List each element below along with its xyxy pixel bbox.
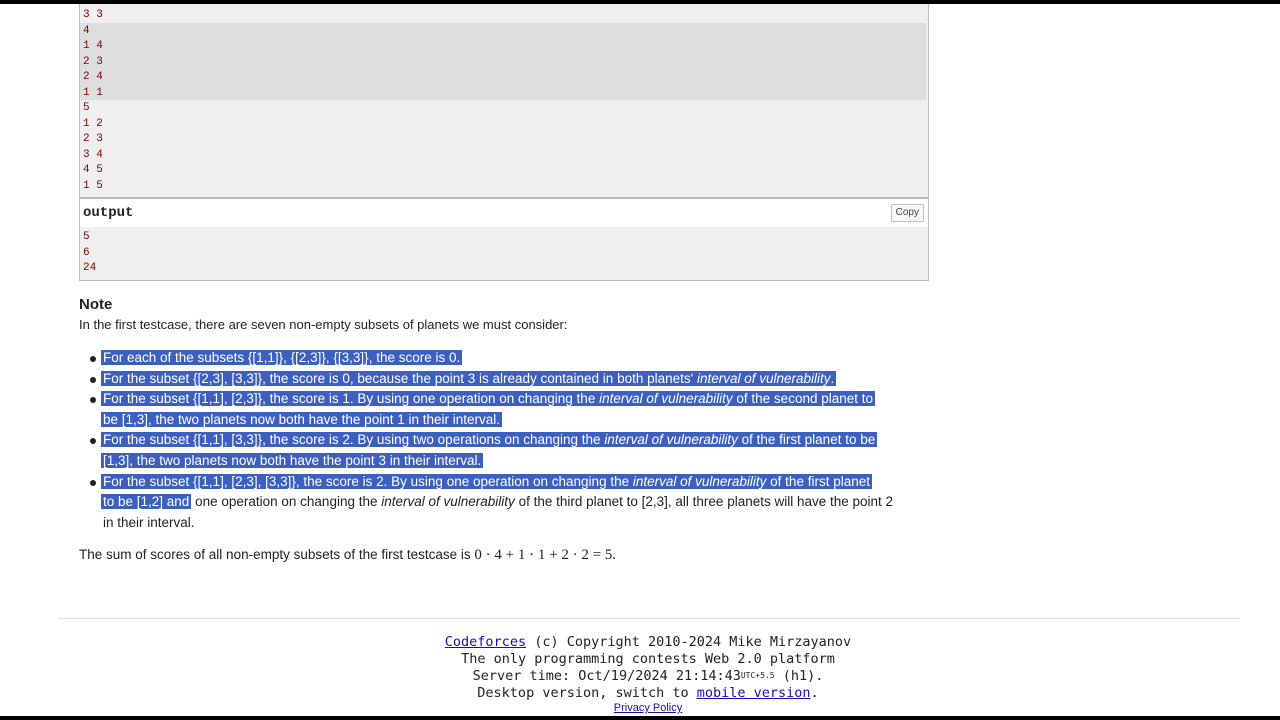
footer-copyright: Codeforces (c) Copyright 2010-2024 Mike … [444,634,852,650]
input-line: 2 3 [83,133,103,145]
note-bullet-5-end: in their interval. [103,515,195,530]
selected-text: For the subset {[1,1], [2,3]}, the score… [101,391,876,406]
unselected-text: one operation on changing the interval o… [191,494,894,509]
bullet-dot [90,480,96,486]
selected-text: For the subset {[1,1], [2,3], [3,3]}, th… [101,474,872,489]
output-title: output [83,205,134,221]
footer-version: Desktop version, switch to mobile versio… [477,685,819,701]
note-bullet-4: For the subset {[1,1], [3,3]}, the score… [101,430,878,450]
output-line: 5 [83,231,90,243]
selected-text: For each of the subsets {[1,1]}, {[2,3]}… [101,350,463,365]
sample-input-box: 3 3 4 1 4 2 3 2 4 1 1 5 1 2 2 3 3 4 4 5 … [79,4,929,198]
note-bullet-5: For the subset {[1,1], [2,3], [3,3]}, th… [101,472,872,492]
bullet-dot [90,397,96,403]
selected-text: For the subset {[1,1], [3,3]}, the score… [101,432,878,447]
note-bullet-4-cont: [1,3], the two planets now both have the… [101,451,484,471]
selected-text: be [1,3], the two planets now both have … [101,412,503,427]
utc-offset: UTC+5.5 [740,671,775,680]
output-line: 6 [83,246,90,259]
note-bullet-1: For each of the subsets {[1,1]}, {[2,3]}… [101,348,463,368]
bottom-border [0,716,1280,720]
note-bullet-3: For the subset {[1,1], [2,3]}, the score… [101,389,876,409]
selected-text: to be [1,2] and [101,494,192,509]
note-title: Note [79,296,113,313]
output-header: output Copy [79,198,929,228]
footer-server-time: Server time: Oct/19/2024 21:14:43UTC+5.5… [472,668,824,684]
input-line: 1 5 [83,179,103,192]
output-line: 24 [83,262,97,274]
selected-text: For the subset {[2,3], [3,3]}, the score… [101,371,837,386]
input-line: 1 1 [83,86,103,99]
bullet-dot [90,356,96,362]
bullet-dot [90,438,96,444]
note-bullet-3-cont: be [1,3], the two planets now both have … [101,410,503,430]
input-line: 2 4 [83,71,103,83]
note-bullet-2: For the subset {[2,3], [3,3]}, the score… [101,369,837,389]
privacy-policy-link[interactable]: Privacy Policy [614,702,682,714]
selected-text: [1,3], the two planets now both have the… [101,453,484,468]
footer-privacy: Privacy Policy [0,702,1280,714]
input-line: 4 [83,24,90,37]
sample-output-box: 5 6 24 [79,227,929,281]
summary-formula: 0 · 4 + 1 · 1 + 2 · 2 = 5. [474,547,617,563]
note-summary: The sum of scores of all non-empty subse… [79,547,617,563]
note-intro: In the first testcase, there are seven n… [79,317,568,332]
note-bullet-5-cont: to be [1,2] and one operation on changin… [101,492,894,512]
input-line: 2 3 [83,55,103,68]
input-line: 5 [83,102,90,114]
codeforces-link[interactable]: Codeforces [445,634,526,650]
testcase-highlight-band [80,23,926,100]
input-line: 4 5 [83,164,103,176]
input-line: 3 4 [83,148,103,161]
mobile-version-link[interactable]: mobile version [697,685,811,701]
footer-divider [58,618,1240,619]
copy-button[interactable]: Copy [890,204,924,222]
footer-tagline: The only programming contests Web 2.0 pl… [461,651,835,667]
input-line: 1 4 [83,40,103,52]
bullet-dot [90,377,96,383]
input-line: 3 3 [83,9,103,21]
input-line: 1 2 [83,117,103,130]
